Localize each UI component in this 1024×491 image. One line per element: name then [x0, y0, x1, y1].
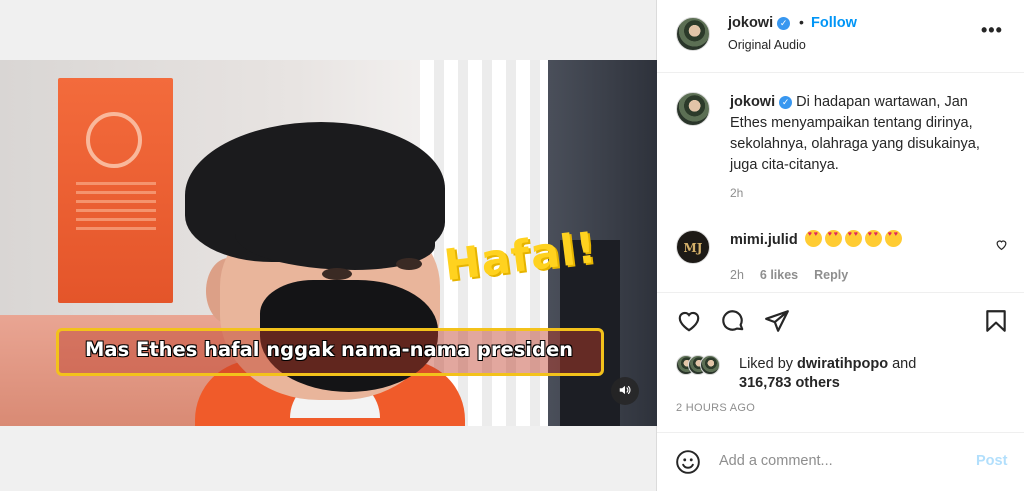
liked-by-prefix: Liked by — [739, 356, 794, 372]
liked-by-user[interactable]: dwiratihpopo — [797, 356, 888, 372]
comment-meta: 2h 6 likes Reply — [730, 268, 848, 282]
share-button[interactable] — [764, 308, 790, 334]
like-button[interactable] — [676, 308, 702, 334]
heart-eyes-emoji — [884, 230, 902, 247]
heart-icon — [996, 240, 1007, 251]
mute-toggle-button[interactable] — [611, 377, 639, 405]
child-eye-left — [322, 268, 352, 280]
commenter-avatar[interactable]: MJ — [676, 230, 710, 264]
heart-eyes-emoji — [804, 230, 822, 247]
post-header: jokowi ✓ • Follow Original Audio ••• — [657, 0, 1024, 73]
author-username[interactable]: jokowi — [728, 15, 773, 31]
author-username-row[interactable]: jokowi ✓ — [728, 15, 791, 31]
post-video[interactable]: Hafal! Mas Ethes hafal nggak nama-nama p… — [0, 60, 657, 426]
add-comment-bar: Add a comment... Post — [657, 432, 1024, 491]
post-caption: jokowi ✓ Di hadapan wartawan, Jan Ethes m… — [730, 92, 1002, 176]
bookmark-icon — [986, 310, 1006, 332]
add-comment-input[interactable]: Add a comment... — [719, 453, 833, 469]
save-button[interactable] — [983, 308, 1009, 334]
heart-icon — [678, 311, 700, 332]
heart-eyes-emoji — [864, 230, 882, 247]
speaker-icon — [619, 385, 631, 395]
comment-button[interactable] — [720, 308, 746, 334]
heart-eyes-emoji — [824, 230, 842, 247]
liker-avatar — [700, 355, 720, 375]
header-separator: • — [799, 14, 804, 30]
original-audio-link[interactable]: Original Audio — [728, 38, 806, 52]
child-eye-right — [396, 258, 422, 270]
share-icon — [765, 310, 789, 332]
caption-username[interactable]: jokowi — [730, 94, 775, 110]
post-actions: Liked by dwiratihpopo and 316,783 others… — [657, 293, 1024, 433]
media-pane: Hafal! Mas Ethes hafal nggak nama-nama p… — [0, 0, 657, 491]
likes-others-count[interactable]: 316,783 others — [739, 375, 840, 391]
smiley-icon — [676, 450, 700, 474]
heart-eyes-emoji — [844, 230, 862, 247]
post-comment-button[interactable]: Post — [976, 453, 1007, 469]
banner-logo — [86, 112, 142, 168]
comment-like-button[interactable] — [995, 238, 1008, 254]
more-options-icon[interactable]: ••• — [981, 20, 1003, 41]
comment-username[interactable]: mimi.julid — [730, 232, 798, 248]
post-side-panel: jokowi ✓ • Follow Original Audio ••• joko… — [657, 0, 1024, 491]
post-timestamp[interactable]: 2 HOURS AGO — [676, 402, 755, 414]
liked-by-avatars[interactable] — [676, 355, 732, 375]
liked-by-and: and — [892, 356, 917, 372]
likes-summary: Liked by dwiratihpopo and 316,783 others — [739, 355, 916, 393]
verified-badge-icon: ✓ — [777, 17, 791, 30]
caption-time[interactable]: 2h — [730, 186, 743, 200]
verified-badge-icon: ✓ — [779, 96, 793, 109]
emoji-picker-button[interactable] — [675, 449, 701, 475]
comment-likes[interactable]: 6 likes — [760, 268, 798, 282]
comment-reply-button[interactable]: Reply — [814, 268, 848, 282]
instagram-post-modal: Hafal! Mas Ethes hafal nggak nama-nama p… — [0, 0, 1024, 491]
comment-icon — [722, 310, 744, 331]
comment-time[interactable]: 2h — [730, 268, 744, 282]
follow-button[interactable]: Follow — [811, 15, 857, 31]
caption-author-avatar[interactable] — [676, 92, 710, 126]
author-avatar[interactable] — [676, 17, 710, 51]
banner-text-graphic — [76, 182, 156, 232]
comment-body: mimi.julid — [730, 230, 902, 248]
video-subtitle: Mas Ethes hafal nggak nama-nama presiden — [85, 338, 574, 361]
comments-section: jokowi ✓ Di hadapan wartawan, Jan Ethes m… — [657, 73, 1024, 293]
